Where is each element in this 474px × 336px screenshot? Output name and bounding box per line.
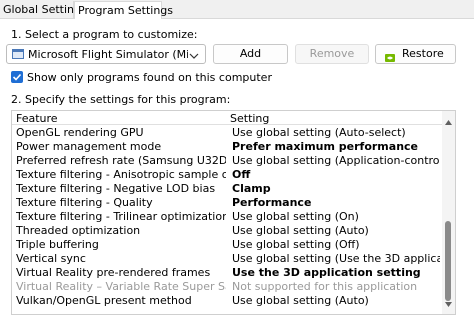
- step2-label: 2. Specify the settings for this program…: [11, 93, 231, 106]
- table-row[interactable]: Texture filtering - Negative LOD bias Cl…: [12, 182, 442, 196]
- table-row: Virtual Reality – Variable Rate Super Sa…: [12, 280, 442, 294]
- tab-program-settings[interactable]: Program Settings: [74, 1, 173, 19]
- setting-cell[interactable]: Use global setting (Auto): [232, 224, 440, 238]
- setting-cell: Not supported for this application: [232, 280, 418, 293]
- setting-cell[interactable]: Performance: [232, 196, 440, 210]
- table-row[interactable]: OpenGL rendering GPU Use global setting …: [12, 126, 442, 140]
- settings-list-header: Feature Setting: [12, 111, 442, 125]
- setting-cell[interactable]: Use global setting (Auto-select): [232, 126, 440, 140]
- feature-cell: Vertical sync: [16, 252, 86, 265]
- feature-cell: Power management mode: [16, 140, 162, 153]
- feature-cell: Triple buffering: [16, 238, 99, 251]
- vertical-scrollbar[interactable]: [442, 111, 455, 314]
- restore-button[interactable]: Restore: [375, 44, 456, 64]
- setting-cell[interactable]: Use global setting (Use the 3D applicati…: [232, 252, 440, 266]
- nvidia-icon: [385, 50, 395, 62]
- table-row[interactable]: Texture filtering - Quality Performance: [12, 196, 442, 210]
- show-only-label: Show only programs found on this compute…: [27, 71, 272, 84]
- feature-cell: Texture filtering - Trilinear optimizati…: [16, 210, 226, 223]
- remove-button[interactable]: Remove: [295, 44, 369, 64]
- setting-cell[interactable]: Prefer maximum performance: [232, 140, 440, 154]
- setting-cell[interactable]: Use global setting (On): [232, 210, 440, 224]
- feature-cell: Texture filtering - Anisotropic sample o…: [16, 168, 226, 181]
- setting-cell[interactable]: Use global setting (Off): [232, 238, 440, 252]
- table-row[interactable]: Power management mode Prefer maximum per…: [12, 140, 442, 154]
- feature-column-header[interactable]: Feature: [16, 112, 58, 125]
- step1-label: 1. Select a program to customize:: [11, 28, 198, 41]
- table-row[interactable]: Texture filtering - Anisotropic sample o…: [12, 168, 442, 182]
- setting-cell[interactable]: Use global setting (Auto): [232, 294, 440, 308]
- setting-cell[interactable]: Clamp: [232, 182, 440, 196]
- tab-global-settings[interactable]: Global Settings: [0, 1, 87, 18]
- restore-label: Restore: [402, 47, 444, 60]
- settings-list[interactable]: Feature Setting OpenGL rendering GPU Use…: [11, 110, 456, 315]
- show-only-checkbox[interactable]: [11, 71, 23, 83]
- table-row[interactable]: Texture filtering - Trilinear optimizati…: [12, 210, 442, 224]
- feature-cell: Vulkan/OpenGL present method: [16, 294, 192, 307]
- feature-cell: Texture filtering - Negative LOD bias: [16, 182, 216, 195]
- program-select[interactable]: Microsoft Flight Simulator (Micros...: [6, 44, 206, 64]
- feature-cell: Preferred refresh rate (Samsung U32D970): [16, 154, 226, 167]
- scrollbar-thumb[interactable]: [445, 221, 451, 301]
- scroll-down-arrow-icon[interactable]: [445, 297, 452, 310]
- feature-cell: Texture filtering - Quality: [16, 196, 153, 209]
- tab-bar: Global Settings Program Settings: [0, 0, 474, 19]
- table-row[interactable]: Vulkan/OpenGL present method Use global …: [12, 294, 442, 308]
- table-row[interactable]: Virtual Reality pre-rendered frames Use …: [12, 266, 442, 280]
- table-row[interactable]: Preferred refresh rate (Samsung U32D970)…: [12, 154, 442, 168]
- setting-cell[interactable]: Use global setting (Application-controll…: [232, 154, 440, 168]
- program-select-value: Microsoft Flight Simulator (Micros...: [28, 48, 188, 61]
- scroll-up-arrow-icon[interactable]: [445, 115, 452, 128]
- add-button[interactable]: Add: [213, 44, 288, 64]
- feature-cell: Virtual Reality pre-rendered frames: [16, 266, 211, 279]
- setting-cell[interactable]: Use the 3D application setting: [232, 266, 440, 280]
- feature-cell: Virtual Reality – Variable Rate Super Sa…: [16, 280, 226, 293]
- application-icon: [12, 49, 24, 59]
- setting-cell[interactable]: Off: [232, 168, 440, 182]
- table-row[interactable]: Vertical sync Use global setting (Use th…: [12, 252, 442, 266]
- table-row[interactable]: Threaded optimization Use global setting…: [12, 224, 442, 238]
- feature-cell: OpenGL rendering GPU: [16, 126, 144, 139]
- program-settings-panel: 1. Select a program to customize: Micros…: [0, 19, 474, 336]
- setting-column-header[interactable]: Setting: [230, 112, 269, 125]
- table-row[interactable]: Triple buffering Use global setting (Off…: [12, 238, 442, 252]
- feature-cell: Threaded optimization: [16, 224, 141, 237]
- chevron-down-icon: [189, 50, 199, 59]
